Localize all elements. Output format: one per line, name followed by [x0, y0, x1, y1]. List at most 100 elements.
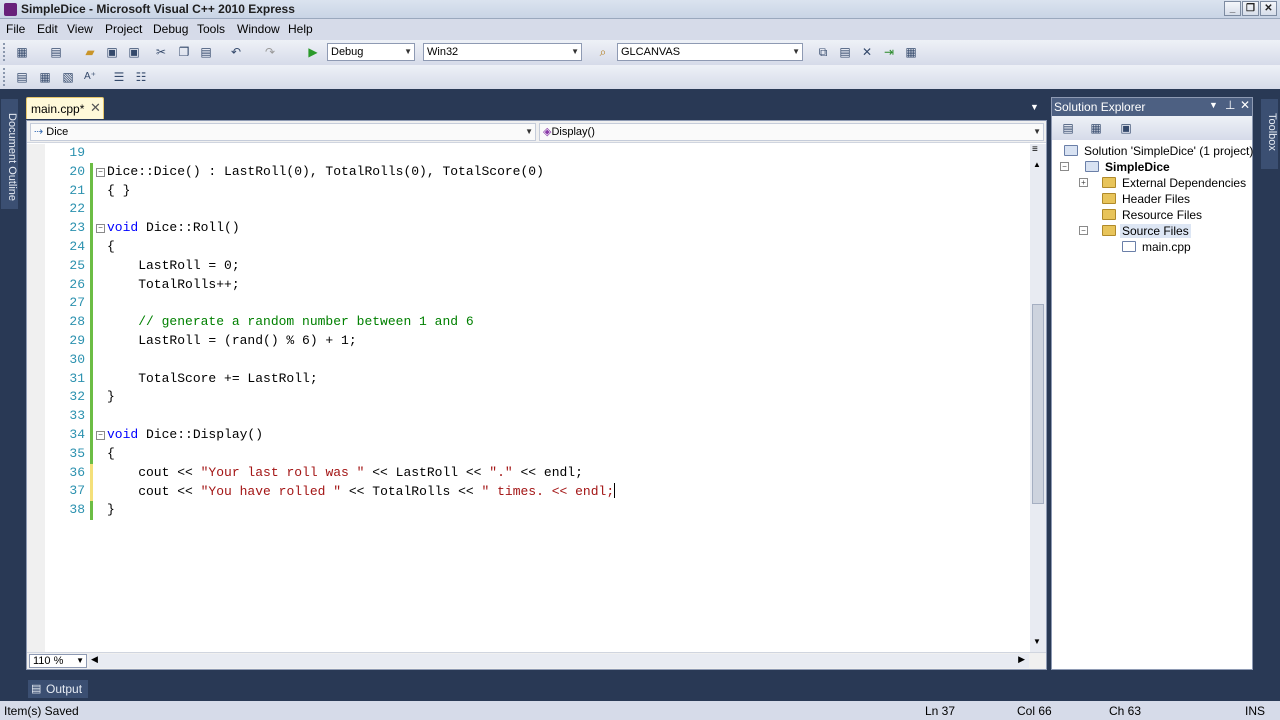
minimize-button[interactable]: _	[1224, 1, 1241, 16]
solution-platform-dropdown[interactable]: Win32 ▼	[423, 43, 582, 61]
code-token: << TotalRolls <<	[341, 484, 482, 500]
find-results-icon[interactable]: ⧉	[815, 44, 831, 60]
menu-view[interactable]: View	[67, 22, 93, 36]
properties-icon[interactable]: ▣	[1118, 120, 1134, 136]
menu-file[interactable]: File	[6, 22, 25, 36]
cut-icon[interactable]: ✂	[153, 44, 169, 60]
member-dropdown[interactable]: ◈Display() ▼	[539, 123, 1044, 141]
comment-icon[interactable]: ☰	[111, 69, 127, 85]
code-line[interactable]: 33	[45, 407, 1015, 427]
tree-item[interactable]: Solution 'SimpleDice' (1 project)	[1052, 143, 1253, 159]
tree-item[interactable]: − SimpleDice	[1052, 159, 1252, 175]
menu-project[interactable]: Project	[105, 22, 142, 36]
close-icon[interactable]: ✕	[1240, 98, 1250, 112]
splitter-icon[interactable]: ≡	[1032, 144, 1038, 155]
document-outline-tab[interactable]: Document Outline	[1, 99, 18, 209]
tree-item[interactable]: Resource Files	[1052, 207, 1252, 223]
expand-icon[interactable]: +	[1079, 178, 1088, 187]
save-all-icon[interactable]: ▣	[126, 44, 142, 60]
collapse-icon[interactable]: −	[96, 431, 105, 440]
code-line[interactable]: 20 − Dice::Dice() : LastRoll(0), TotalRoll…	[45, 162, 1015, 182]
close-button[interactable]: ✕	[1260, 1, 1277, 16]
menu-debug[interactable]: Debug	[153, 22, 188, 36]
add-item-icon[interactable]: ▤	[48, 44, 64, 60]
menu-tools[interactable]: Tools	[197, 22, 225, 36]
code-line[interactable]: 26 TotalRolls++;	[45, 275, 1015, 295]
code-line[interactable]: 34 − void Dice::Display()	[45, 426, 1015, 445]
toolbox-tab[interactable]: Toolbox	[1261, 99, 1278, 169]
quick-info-icon[interactable]: ▧	[60, 69, 76, 85]
code-line[interactable]: 37 cout << "You have rolled " << TotalRo…	[45, 482, 1015, 502]
output-tab[interactable]: ▤ Output	[28, 680, 88, 698]
code-line[interactable]: 24 {	[45, 238, 1015, 257]
code-line[interactable]: 35 {	[45, 444, 1015, 464]
collapse-icon[interactable]: −	[96, 224, 105, 234]
find-dropdown[interactable]: GLCANVAS ▼	[617, 43, 803, 61]
collapse-icon[interactable]: −	[96, 167, 105, 177]
toolbar-grip[interactable]	[3, 68, 7, 86]
zoom-dropdown[interactable]: 110 % ▼	[29, 654, 87, 668]
tree-item[interactable]: Header Files	[1052, 191, 1252, 207]
pin-icon[interactable]: ⊥	[1225, 98, 1235, 112]
toolbar-grip[interactable]	[3, 43, 7, 61]
refresh-icon[interactable]: ▦	[1088, 120, 1104, 136]
code-line[interactable]: 31 TotalScore += LastRoll;	[45, 369, 1015, 389]
scroll-up-icon[interactable]: ▲	[1033, 160, 1041, 169]
code-line[interactable]: 30	[45, 350, 1015, 370]
code-area[interactable]: 19 20− Dice::Dice() : LastRoll(0), TotalRo…	[45, 144, 1030, 652]
menu-window[interactable]: Window	[237, 22, 280, 36]
start-page-icon[interactable]: ⇥	[881, 44, 897, 60]
collapse-icon[interactable]: −	[1079, 226, 1088, 235]
menu-help[interactable]: Help	[288, 22, 313, 36]
save-icon[interactable]: ▣	[104, 44, 120, 60]
show-all-files-icon[interactable]: ▤	[1060, 120, 1076, 136]
code-line[interactable]: 23 − void Dice::Roll()	[45, 219, 1015, 239]
new-project-icon[interactable]: ▦	[14, 44, 30, 60]
chevron-down-icon: ▼	[1033, 127, 1041, 136]
scroll-right-icon[interactable]: ▶	[1018, 654, 1025, 665]
object-members-icon[interactable]: ▤	[14, 69, 30, 85]
paste-icon[interactable]: ▤	[198, 44, 214, 60]
code-line[interactable]: 25 LastRoll = 0;	[45, 256, 1015, 276]
code-line[interactable]: 19	[45, 144, 1015, 163]
code-line[interactable]: 36 cout << "Your last roll was " << Last…	[45, 463, 1015, 483]
code-line[interactable]: 27	[45, 294, 1015, 314]
close-icon[interactable]: ✕	[90, 100, 101, 116]
tab-main-cpp[interactable]: main.cpp* ✕	[26, 97, 104, 119]
menu-edit[interactable]: Edit	[37, 22, 58, 36]
properties-icon[interactable]: ▤	[837, 44, 853, 60]
parameter-info-icon[interactable]: ▦	[37, 69, 53, 85]
scroll-thumb[interactable]	[1032, 304, 1044, 504]
start-debugging-icon[interactable]: ▶	[305, 44, 321, 60]
code-line[interactable]: 28 // generate a random number between 1…	[45, 313, 1015, 333]
scroll-down-icon[interactable]: ▼	[1033, 637, 1041, 646]
redo-icon[interactable]: ↷	[262, 44, 278, 60]
extension-icon[interactable]: ▦	[903, 44, 919, 60]
vertical-scrollbar[interactable]: ≡ ▲ ▼	[1030, 144, 1046, 652]
code-line[interactable]: 38}	[45, 501, 1015, 521]
restore-button[interactable]: ❐	[1242, 1, 1259, 16]
undo-icon[interactable]: ↶	[228, 44, 244, 60]
code-line[interactable]: 29 LastRoll = (rand() % 6) + 1;	[45, 332, 1015, 351]
class-dropdown[interactable]: ⇢ Dice ▼	[30, 123, 536, 141]
code-line[interactable]: 22	[45, 200, 1015, 220]
tree-item[interactable]: − Source Files	[1052, 223, 1252, 239]
copy-icon[interactable]: ❐	[176, 44, 192, 60]
open-file-icon[interactable]: ▰	[82, 44, 98, 60]
toolbox-icon[interactable]: ✕	[859, 44, 875, 60]
tab-menu-chevron-icon[interactable]: ▼	[1030, 102, 1039, 112]
find-in-files-icon[interactable]: ⌕	[595, 44, 611, 60]
code-line[interactable]: 32}	[45, 388, 1015, 408]
code-token: Dice::Display()	[138, 427, 264, 442]
code-line[interactable]: 21 { }	[45, 181, 1015, 201]
solution-platform-value: Win32	[427, 46, 459, 58]
collapse-icon[interactable]: −	[1060, 162, 1069, 171]
scroll-left-icon[interactable]: ◀	[91, 654, 98, 665]
horizontal-scrollbar[interactable]: ◀ ▶	[89, 654, 1029, 668]
window-position-icon[interactable]: ▼	[1209, 100, 1218, 110]
tree-item[interactable]: main.cpp	[1052, 239, 1252, 255]
solution-config-dropdown[interactable]: Debug ▼	[327, 43, 415, 61]
uncomment-icon[interactable]: ☷	[133, 69, 149, 85]
tree-item[interactable]: + External Dependencies	[1052, 175, 1252, 191]
complete-word-icon[interactable]: A⁺	[82, 69, 98, 85]
